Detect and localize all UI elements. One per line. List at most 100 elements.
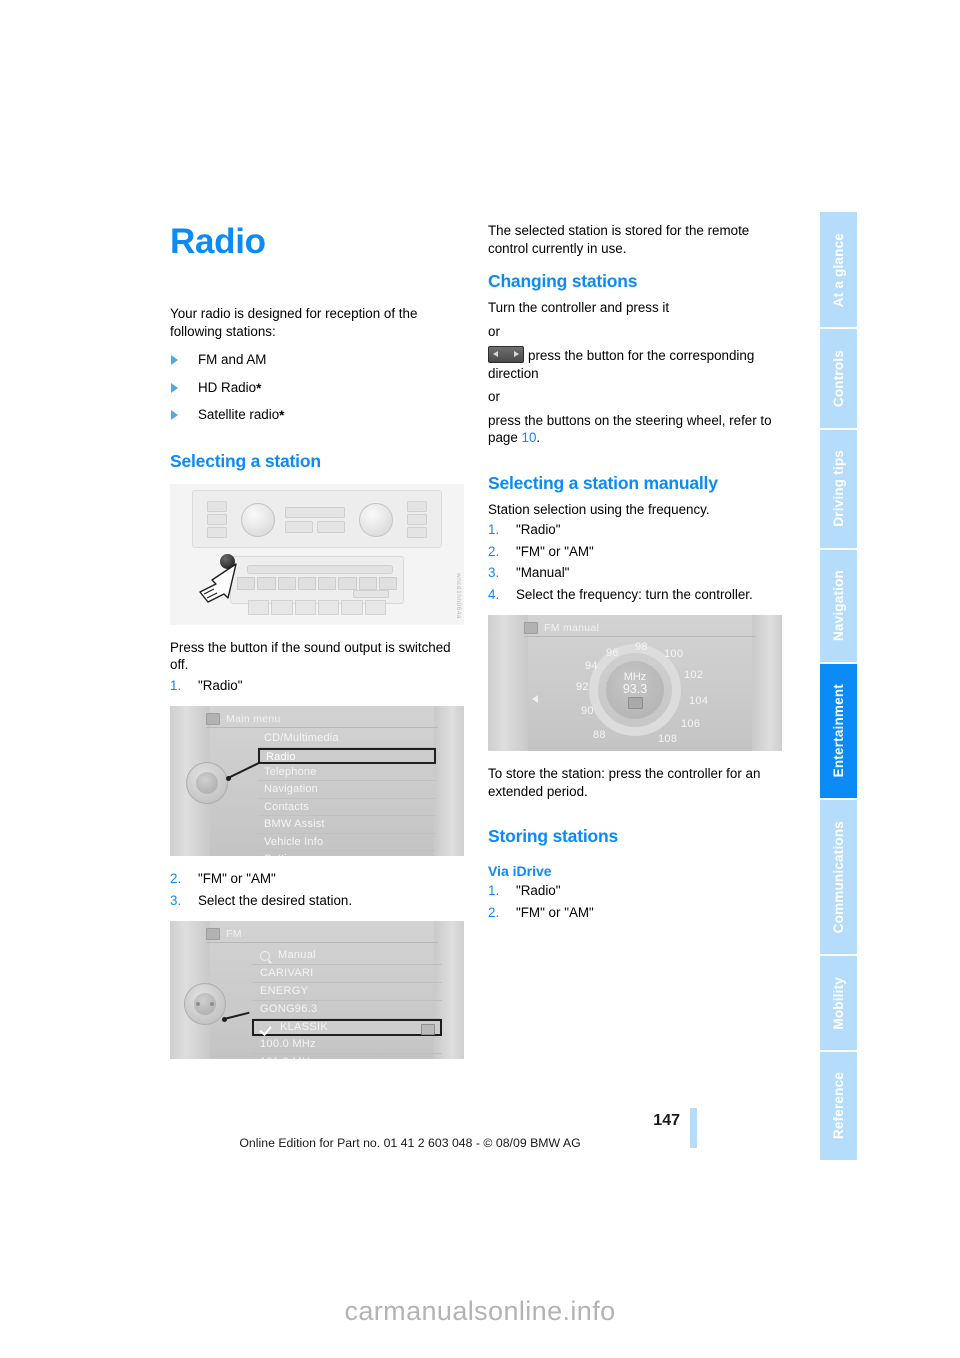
- sidebar-tab-label: Driving tips: [831, 450, 846, 528]
- preset-button: [338, 576, 357, 590]
- sidebar-tab-mobility[interactable]: Mobility: [820, 955, 857, 1052]
- fm-list-item-manual[interactable]: Manual: [252, 947, 442, 965]
- press-button-note: Press the button if the sound output is …: [170, 639, 451, 673]
- dial-tick-100: 100: [664, 648, 684, 660]
- manual-intro: Station selection using the frequency.: [488, 501, 710, 517]
- menu-item-vehicle-info[interactable]: Vehicle Info: [258, 834, 436, 851]
- sidebar-tab-driving-tips[interactable]: Driving tips: [820, 429, 857, 550]
- fm-list-item-label: Manual: [278, 949, 316, 961]
- or-separator-2: or: [488, 389, 500, 404]
- storing-steps: "Radio" "FM" or "AM": [488, 882, 784, 921]
- panel-button: [407, 513, 427, 525]
- sidebar-tab-entertainment[interactable]: Entertainment: [820, 663, 857, 801]
- manual-selection-steps: "Radio" "FM" or "AM" "Manual" Select the…: [488, 521, 784, 603]
- frequency-dial[interactable]: MHz 93.3 88 90 92 94 96 98 100 102 104 1…: [488, 633, 782, 751]
- lower-button: [364, 599, 386, 615]
- seek-button-icon: [488, 346, 524, 363]
- menu-item-telephone[interactable]: Telephone: [258, 764, 436, 781]
- eject-button: [353, 589, 389, 598]
- fm-list-item-101-3mhz[interactable]: 101.3 MHz: [252, 1054, 442, 1059]
- list-item-label: FM and AM: [198, 352, 267, 367]
- fm-list-item-gong963[interactable]: GONG96.3: [252, 1001, 442, 1019]
- page-number: 147: [653, 1112, 680, 1129]
- radio-head-unit: [230, 555, 404, 604]
- dial-tick-88: 88: [593, 729, 606, 741]
- store-station-note: To store the station: press the controll…: [488, 766, 761, 799]
- changing-line-3-period: .: [536, 430, 541, 445]
- menu-item-radio[interactable]: Radio: [258, 747, 436, 764]
- site-watermark: carmanualsonline.info: [344, 1296, 616, 1326]
- sidebar-tab-label: Entertainment: [831, 684, 846, 778]
- selecting-manually-heading: Selecting a station manually: [488, 472, 718, 493]
- page-title: Radio: [170, 222, 266, 261]
- dial-tick-102: 102: [684, 669, 704, 681]
- left-rotary-knob-icon: [241, 502, 275, 537]
- screen-header: FM: [206, 926, 438, 943]
- menu-item-bmw-assist[interactable]: BMW Assist: [258, 816, 436, 834]
- panel-button: [207, 513, 227, 525]
- preset-button: [358, 576, 377, 590]
- triangle-bullet-icon: [171, 410, 178, 420]
- panel-button: [407, 500, 427, 512]
- fm-list-item-klassik[interactable]: KLASSIK: [252, 1019, 442, 1036]
- lower-button-row: [248, 599, 386, 615]
- selecting-a-station-heading: Selecting a station: [170, 450, 321, 471]
- screen-header: Main menu: [206, 711, 438, 728]
- sidebar-tab-controls[interactable]: Controls: [820, 329, 857, 430]
- sidebar-tab-navigation[interactable]: Navigation: [820, 549, 857, 664]
- panel-button: [207, 526, 227, 538]
- sidebar-tab-at-a-glance[interactable]: At a glance: [820, 212, 857, 330]
- changing-line-3: press the buttons on the steering wheel,…: [488, 412, 784, 447]
- fm-list-item-label: KLASSIK: [280, 1021, 328, 1033]
- sidebar-tab-label: Mobility: [831, 976, 846, 1030]
- lower-button: [317, 599, 340, 615]
- page-cross-reference[interactable]: 10: [522, 430, 537, 445]
- step-item: Select the desired station.: [170, 892, 353, 909]
- menu-item-navigation[interactable]: Navigation: [258, 781, 436, 799]
- idrive-controller-icon: [184, 983, 226, 1025]
- menu-item-settings[interactable]: Settings: [258, 851, 436, 856]
- sidebar-tab-label: Communications: [831, 821, 846, 934]
- menu-item-cd-multimedia[interactable]: CD/Multimedia: [258, 730, 436, 748]
- footnote-asterisk: *: [256, 380, 262, 396]
- screen-header-label: FM: [226, 928, 242, 940]
- current-frequency-value: 93.3: [622, 682, 648, 696]
- dial-tick-98: 98: [635, 641, 648, 653]
- intro-paragraph: Your radio is designed for reception of …: [170, 306, 418, 339]
- screen-right-bezel: [434, 706, 464, 856]
- fm-station-list-figure: FM Manual CARIVARI ENERGY GONG96.3 KLASS…: [170, 921, 464, 1059]
- list-item-label: HD Radio: [198, 379, 257, 395]
- right-rotary-knob-icon: [359, 502, 393, 537]
- sidebar-tab-label: Reference: [831, 1072, 846, 1140]
- hd-radio-badge-icon: [627, 697, 643, 709]
- fm-list-item-energy[interactable]: ENERGY: [252, 983, 442, 1001]
- sidebar-tab-reference[interactable]: Reference: [820, 1051, 857, 1161]
- radio-icon: [206, 928, 220, 940]
- sidebar-tab-communications[interactable]: Communications: [820, 800, 857, 956]
- menu-item-contacts[interactable]: Contacts: [258, 799, 436, 816]
- magnifier-icon: [260, 951, 270, 961]
- storing-stations-heading: Storing stations: [488, 826, 618, 846]
- manual-page: At a glance Controls Driving tips Naviga…: [0, 0, 960, 1290]
- step-item: "Radio": [488, 521, 561, 538]
- step-item: Select the frequency: turn the controlle…: [488, 586, 753, 603]
- display-strip: [285, 506, 345, 518]
- fm-list-item-100-0mhz[interactable]: 100.0 MHz: [252, 1036, 442, 1054]
- or-separator-1: or: [488, 323, 500, 339]
- via-idrive-heading: Via iDrive: [488, 863, 552, 879]
- screen-header-label: Main menu: [226, 713, 281, 725]
- dial-tick-96: 96: [606, 647, 619, 659]
- list-item: Satellite radio*: [170, 406, 466, 425]
- sidebar-tab-label: At a glance: [831, 232, 846, 307]
- panel-button: [207, 500, 227, 512]
- dial-tick-90: 90: [581, 705, 594, 717]
- hd-radio-badge-icon: [421, 1024, 435, 1035]
- changing-line-1: Turn the controller and press it: [488, 300, 670, 315]
- panel-button: [317, 520, 345, 533]
- fm-list-item-carivari[interactable]: CARIVARI: [252, 965, 442, 983]
- dial-tick-94: 94: [585, 660, 598, 672]
- dial-tick-92: 92: [576, 681, 589, 693]
- step-item: "Radio": [170, 677, 243, 694]
- idrive-menu-list: CD/Multimedia Radio Telephone Navigation…: [258, 730, 436, 856]
- preset-button: [257, 576, 276, 590]
